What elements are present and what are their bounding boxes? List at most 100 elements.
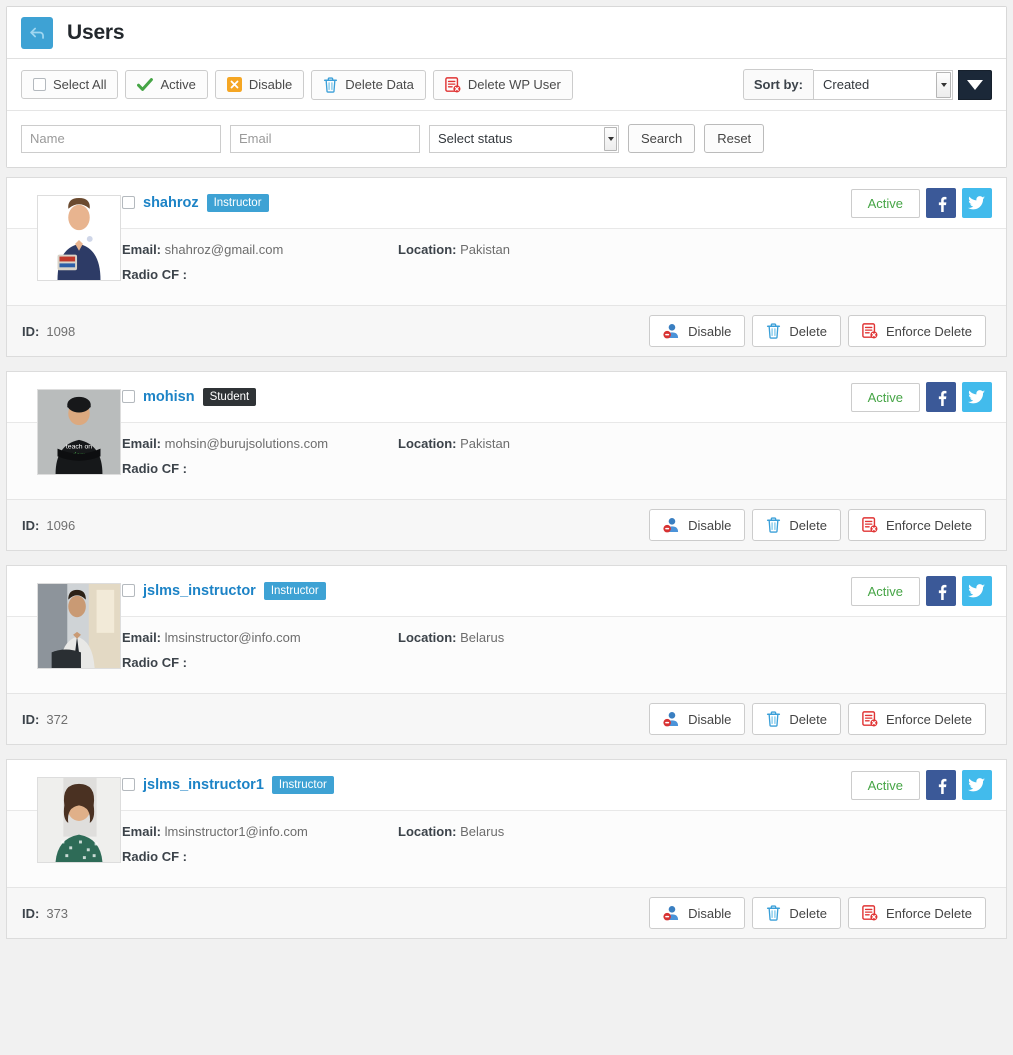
row-disable-button[interactable]: Disable: [649, 703, 746, 735]
select-all-checkbox-icon[interactable]: [33, 78, 46, 91]
trash-icon: [767, 905, 781, 921]
row-enforce-delete-button[interactable]: Enforce Delete: [848, 315, 986, 347]
user-meta-row: Email: mohsin@burujsolutions.com Locatio…: [122, 436, 992, 451]
trash-icon: [767, 517, 781, 533]
row-disable-button[interactable]: Disable: [649, 897, 746, 929]
bulk-delete-data-button[interactable]: Delete Data: [311, 69, 426, 100]
email-input[interactable]: [230, 124, 420, 153]
status-active-button[interactable]: Active: [850, 576, 920, 606]
row-disable-button[interactable]: Disable: [649, 315, 746, 347]
radio-cf-label: Radio CF :: [122, 267, 187, 282]
user-card: jslms_instructor Instructor Active Email…: [6, 565, 1007, 745]
row-enforce-delete-button[interactable]: Enforce Delete: [848, 509, 986, 541]
radio-cf-label: Radio CF :: [122, 849, 187, 864]
row-enforce-delete-button[interactable]: Enforce Delete: [848, 703, 986, 735]
name-input[interactable]: [21, 124, 221, 153]
username-link[interactable]: jslms_instructor1: [143, 777, 264, 793]
twitter-icon: [968, 777, 985, 791]
delete-wp-user-icon: [445, 76, 461, 92]
email-field: Email: lmsinstructor@info.com: [122, 630, 398, 645]
user-identity: jslms_instructor1 Instructor: [122, 775, 334, 795]
user-id: ID: 1096: [22, 518, 75, 533]
user-meta-row: Email: lmsinstructor@info.com Location: …: [122, 630, 992, 645]
users-list: shahroz Instructor Active Email: shahroz…: [6, 168, 1007, 961]
user-meta-row: Email: shahroz@gmail.com Location: Pakis…: [122, 242, 992, 257]
bulk-disable-label: Disable: [248, 76, 293, 92]
avatar: [37, 583, 121, 669]
user-identity: mohisn Student: [122, 387, 257, 407]
row-enforce-delete-button[interactable]: Enforce Delete: [848, 897, 986, 929]
row-action-buttons: Disable Delete Enforce Delete: [649, 703, 986, 735]
status-active-button[interactable]: Active: [850, 382, 920, 412]
twitter-button[interactable]: [962, 382, 992, 412]
location-value: Belarus: [460, 824, 505, 839]
user-select-checkbox[interactable]: [122, 196, 135, 210]
select-all-button[interactable]: Select All: [21, 69, 119, 100]
role-badge: Instructor: [263, 581, 326, 601]
twitter-button[interactable]: [962, 188, 992, 218]
user-card-footer: ID: 373 Disable Delete Enforce Delete: [7, 887, 1006, 938]
page-header: Users: [7, 7, 1006, 59]
row-delete-button[interactable]: Delete: [752, 703, 841, 735]
user-card-body: Email: lmsinstructor1@info.com Location:…: [7, 811, 1006, 887]
bulk-active-button[interactable]: Active: [125, 69, 208, 100]
status-active-button[interactable]: Active: [850, 188, 920, 218]
user-status-actions: Active: [850, 770, 992, 800]
search-button[interactable]: Search: [628, 124, 696, 153]
enforce-delete-icon: [862, 905, 878, 921]
sort-by-select[interactable]: Created: [813, 69, 953, 100]
location-value: Belarus: [460, 630, 505, 645]
twitter-button[interactable]: [962, 576, 992, 606]
status-active-button[interactable]: Active: [850, 770, 920, 800]
twitter-button[interactable]: [962, 770, 992, 800]
user-card-body: Email: shahroz@gmail.com Location: Pakis…: [7, 229, 1006, 305]
user-select-checkbox[interactable]: [122, 390, 135, 404]
bulk-delete-wp-user-label: Delete WP User: [467, 76, 561, 92]
id-label: ID:: [22, 323, 40, 339]
trash-icon: [324, 76, 338, 93]
location-label: Location:: [398, 630, 457, 645]
username-link[interactable]: shahroz: [143, 195, 199, 211]
disable-x-icon: [226, 77, 242, 92]
user-identity: jslms_instructor Instructor: [122, 581, 326, 601]
facebook-icon: [938, 584, 946, 600]
back-arrow-icon: [29, 27, 44, 39]
back-button[interactable]: [21, 16, 53, 49]
disable-user-icon: [663, 906, 679, 921]
user-meta-row: Email: lmsinstructor1@info.com Location:…: [122, 824, 992, 839]
avatar: teach on udemy: [37, 389, 121, 475]
user-card: teach on udemy mohisn Student Active Ema…: [6, 371, 1007, 551]
email-label: Email:: [122, 630, 162, 645]
location-field: Location: Belarus: [398, 630, 504, 645]
id-value: 373: [46, 905, 69, 921]
status-select[interactable]: Select status: [429, 124, 619, 153]
facebook-button[interactable]: [926, 770, 956, 800]
user-card-body: Email: lmsinstructor@info.com Location: …: [7, 617, 1006, 693]
row-delete-button[interactable]: Delete: [752, 509, 841, 541]
id-value: 1096: [46, 517, 76, 533]
bulk-delete-wp-user-button[interactable]: Delete WP User: [432, 69, 573, 100]
user-id: ID: 1098: [22, 324, 75, 339]
username-link[interactable]: jslms_instructor: [143, 583, 256, 599]
facebook-icon: [938, 778, 946, 794]
row-disable-label: Disable: [688, 711, 732, 727]
row-delete-button[interactable]: Delete: [752, 897, 841, 929]
bulk-disable-button[interactable]: Disable: [214, 69, 305, 100]
reset-button[interactable]: Reset: [704, 124, 765, 153]
row-disable-button[interactable]: Disable: [649, 509, 746, 541]
sort-direction-button[interactable]: [958, 69, 992, 100]
facebook-button[interactable]: [926, 576, 956, 606]
select-all-label: Select All: [53, 76, 107, 92]
user-select-checkbox[interactable]: [122, 584, 135, 598]
bulk-active-label: Active: [160, 76, 196, 92]
username-link[interactable]: mohisn: [143, 389, 195, 405]
user-card-footer: ID: 372 Disable Delete Enforce Delete: [7, 693, 1006, 744]
id-value: 1098: [46, 323, 76, 339]
facebook-button[interactable]: [926, 188, 956, 218]
row-delete-button[interactable]: Delete: [752, 315, 841, 347]
user-select-checkbox[interactable]: [122, 778, 135, 792]
location-label: Location:: [398, 824, 457, 839]
bulk-action-toolbar: Select All Active Disable Delete Data De…: [7, 59, 1006, 111]
facebook-button[interactable]: [926, 382, 956, 412]
row-enforce-delete-label: Enforce Delete: [886, 711, 972, 727]
